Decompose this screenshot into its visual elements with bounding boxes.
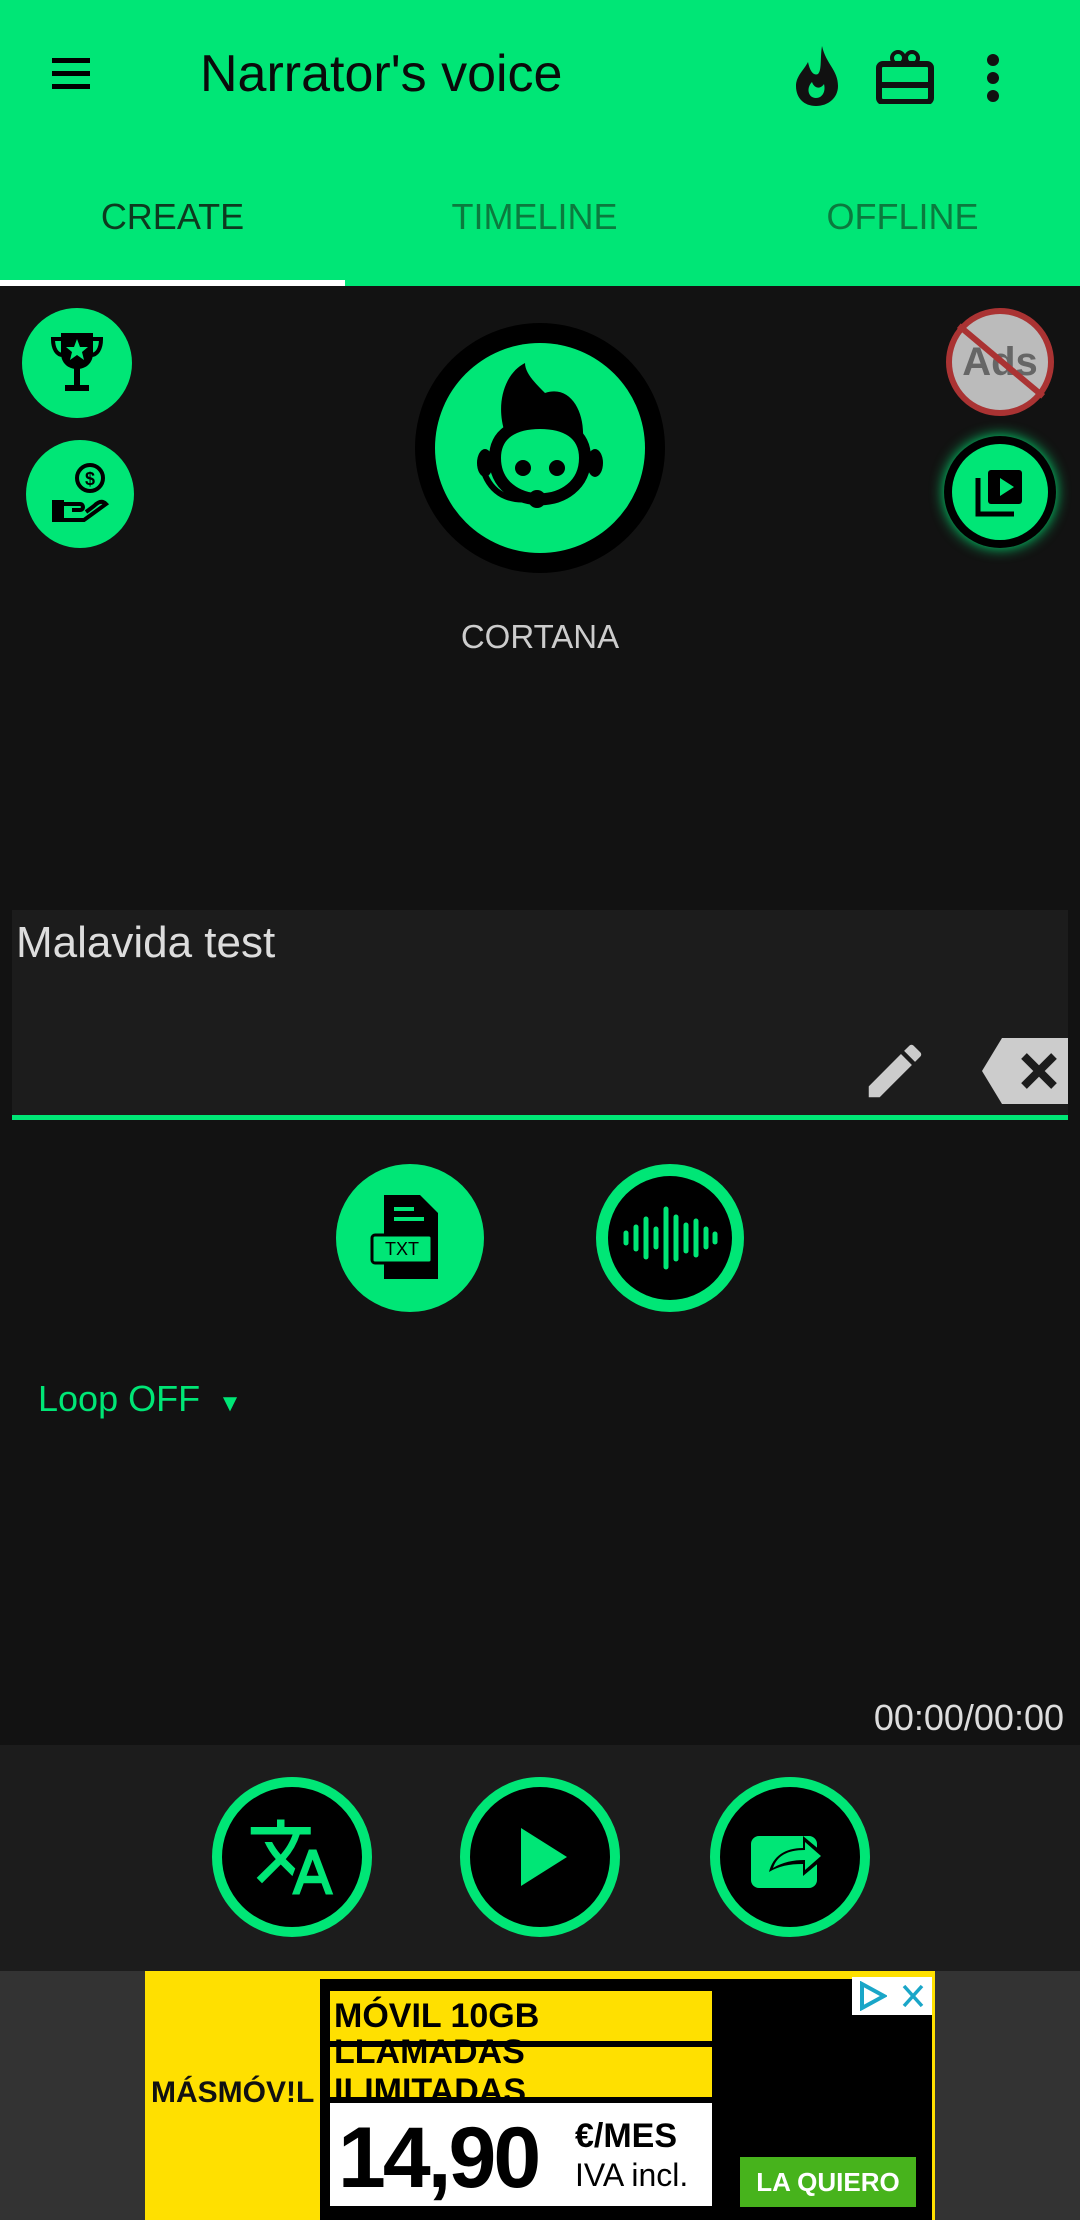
hand-coin-icon: $ xyxy=(52,463,110,522)
voice-avatar[interactable] xyxy=(415,323,665,573)
backspace-clear-icon xyxy=(982,1038,1068,1104)
translate-icon xyxy=(250,1819,334,1895)
pencil-icon xyxy=(868,1044,922,1098)
play-icon xyxy=(521,1828,567,1886)
dropdown-arrow-icon: ▼ xyxy=(218,1390,242,1417)
ad-price-box: 14,90 €/MES IVA incl. xyxy=(330,2103,712,2206)
tab-offline[interactable]: OFFLINE xyxy=(730,196,1075,238)
ad-price-unit: €/MES xyxy=(575,2117,678,2155)
app-bar: Narrator's voice CREATE TIMELINE OFFLINE xyxy=(0,0,1080,286)
tab-create[interactable]: CREATE xyxy=(0,196,345,238)
import-txt-button[interactable]: TXT xyxy=(336,1164,484,1312)
achievements-button[interactable] xyxy=(22,308,132,418)
ad-choices[interactable] xyxy=(852,1977,932,2015)
ad-banner-area: MÁSMÓV!L MÓVIL 10GB LLAMADAS ILIMITADAS … xyxy=(0,1971,1080,2220)
voice-effects-button[interactable] xyxy=(596,1164,744,1312)
play-button[interactable] xyxy=(460,1777,620,1937)
remove-ads-button[interactable]: Ads xyxy=(946,308,1054,416)
svg-text:$: $ xyxy=(85,469,95,489)
earn-money-button[interactable]: $ xyxy=(26,440,134,548)
share-export-icon xyxy=(751,1836,827,1888)
text-input-area[interactable] xyxy=(12,910,1068,1120)
translate-button[interactable] xyxy=(212,1777,372,1937)
voice-name: CORTANA xyxy=(460,618,620,655)
ad-price: 14,90 xyxy=(338,2110,541,2206)
hamburger-icon xyxy=(52,58,90,89)
headset-agent-icon xyxy=(477,363,603,508)
app-title: Narrator's voice xyxy=(200,45,563,103)
ad-banner[interactable]: MÁSMÓV!L MÓVIL 10GB LLAMADAS ILIMITADAS … xyxy=(145,1971,935,2220)
close-ad-icon[interactable] xyxy=(901,1983,925,2009)
ad-line2: LLAMADAS ILIMITADAS xyxy=(330,2033,712,2110)
flame-icon xyxy=(796,46,838,106)
gift-card-icon xyxy=(876,50,934,105)
more-vert-icon xyxy=(987,54,999,102)
video-reward-button[interactable] xyxy=(944,436,1056,548)
ad-brand-logo: MÁSMÓV!L xyxy=(151,2076,315,2109)
share-button[interactable] xyxy=(710,1777,870,1937)
sound-wave-icon xyxy=(623,1206,718,1270)
flame-button[interactable] xyxy=(792,46,840,111)
menu-button[interactable] xyxy=(52,58,90,90)
video-library-icon xyxy=(975,470,1022,517)
tab-timeline[interactable]: TIMELINE xyxy=(362,196,707,238)
loop-dropdown[interactable]: Loop OFF ▼ xyxy=(38,1378,242,1420)
playback-time: 00:00/00:00 xyxy=(873,1697,1064,1738)
tab-indicator xyxy=(0,280,345,286)
more-options-button[interactable] xyxy=(984,54,1002,107)
ad-cta-button[interactable]: LA QUIERO xyxy=(740,2157,916,2207)
gift-card-button[interactable] xyxy=(876,50,934,109)
trophy-icon xyxy=(50,333,104,391)
player-controls xyxy=(0,1745,1080,1971)
text-input[interactable] xyxy=(16,918,916,968)
ad-content: MÓVIL 10GB LLAMADAS ILIMITADAS 14,90 €/M… xyxy=(320,1979,932,2220)
edit-button[interactable] xyxy=(860,1036,930,1111)
clear-text-button[interactable] xyxy=(980,1036,1072,1111)
loop-label: Loop OFF xyxy=(38,1378,201,1419)
adchoices-icon xyxy=(860,1981,887,2011)
svg-text:TXT: TXT xyxy=(385,1239,419,1259)
txt-file-icon: TXT xyxy=(370,1195,438,1279)
ad-tax-note: IVA incl. xyxy=(575,2157,689,2193)
